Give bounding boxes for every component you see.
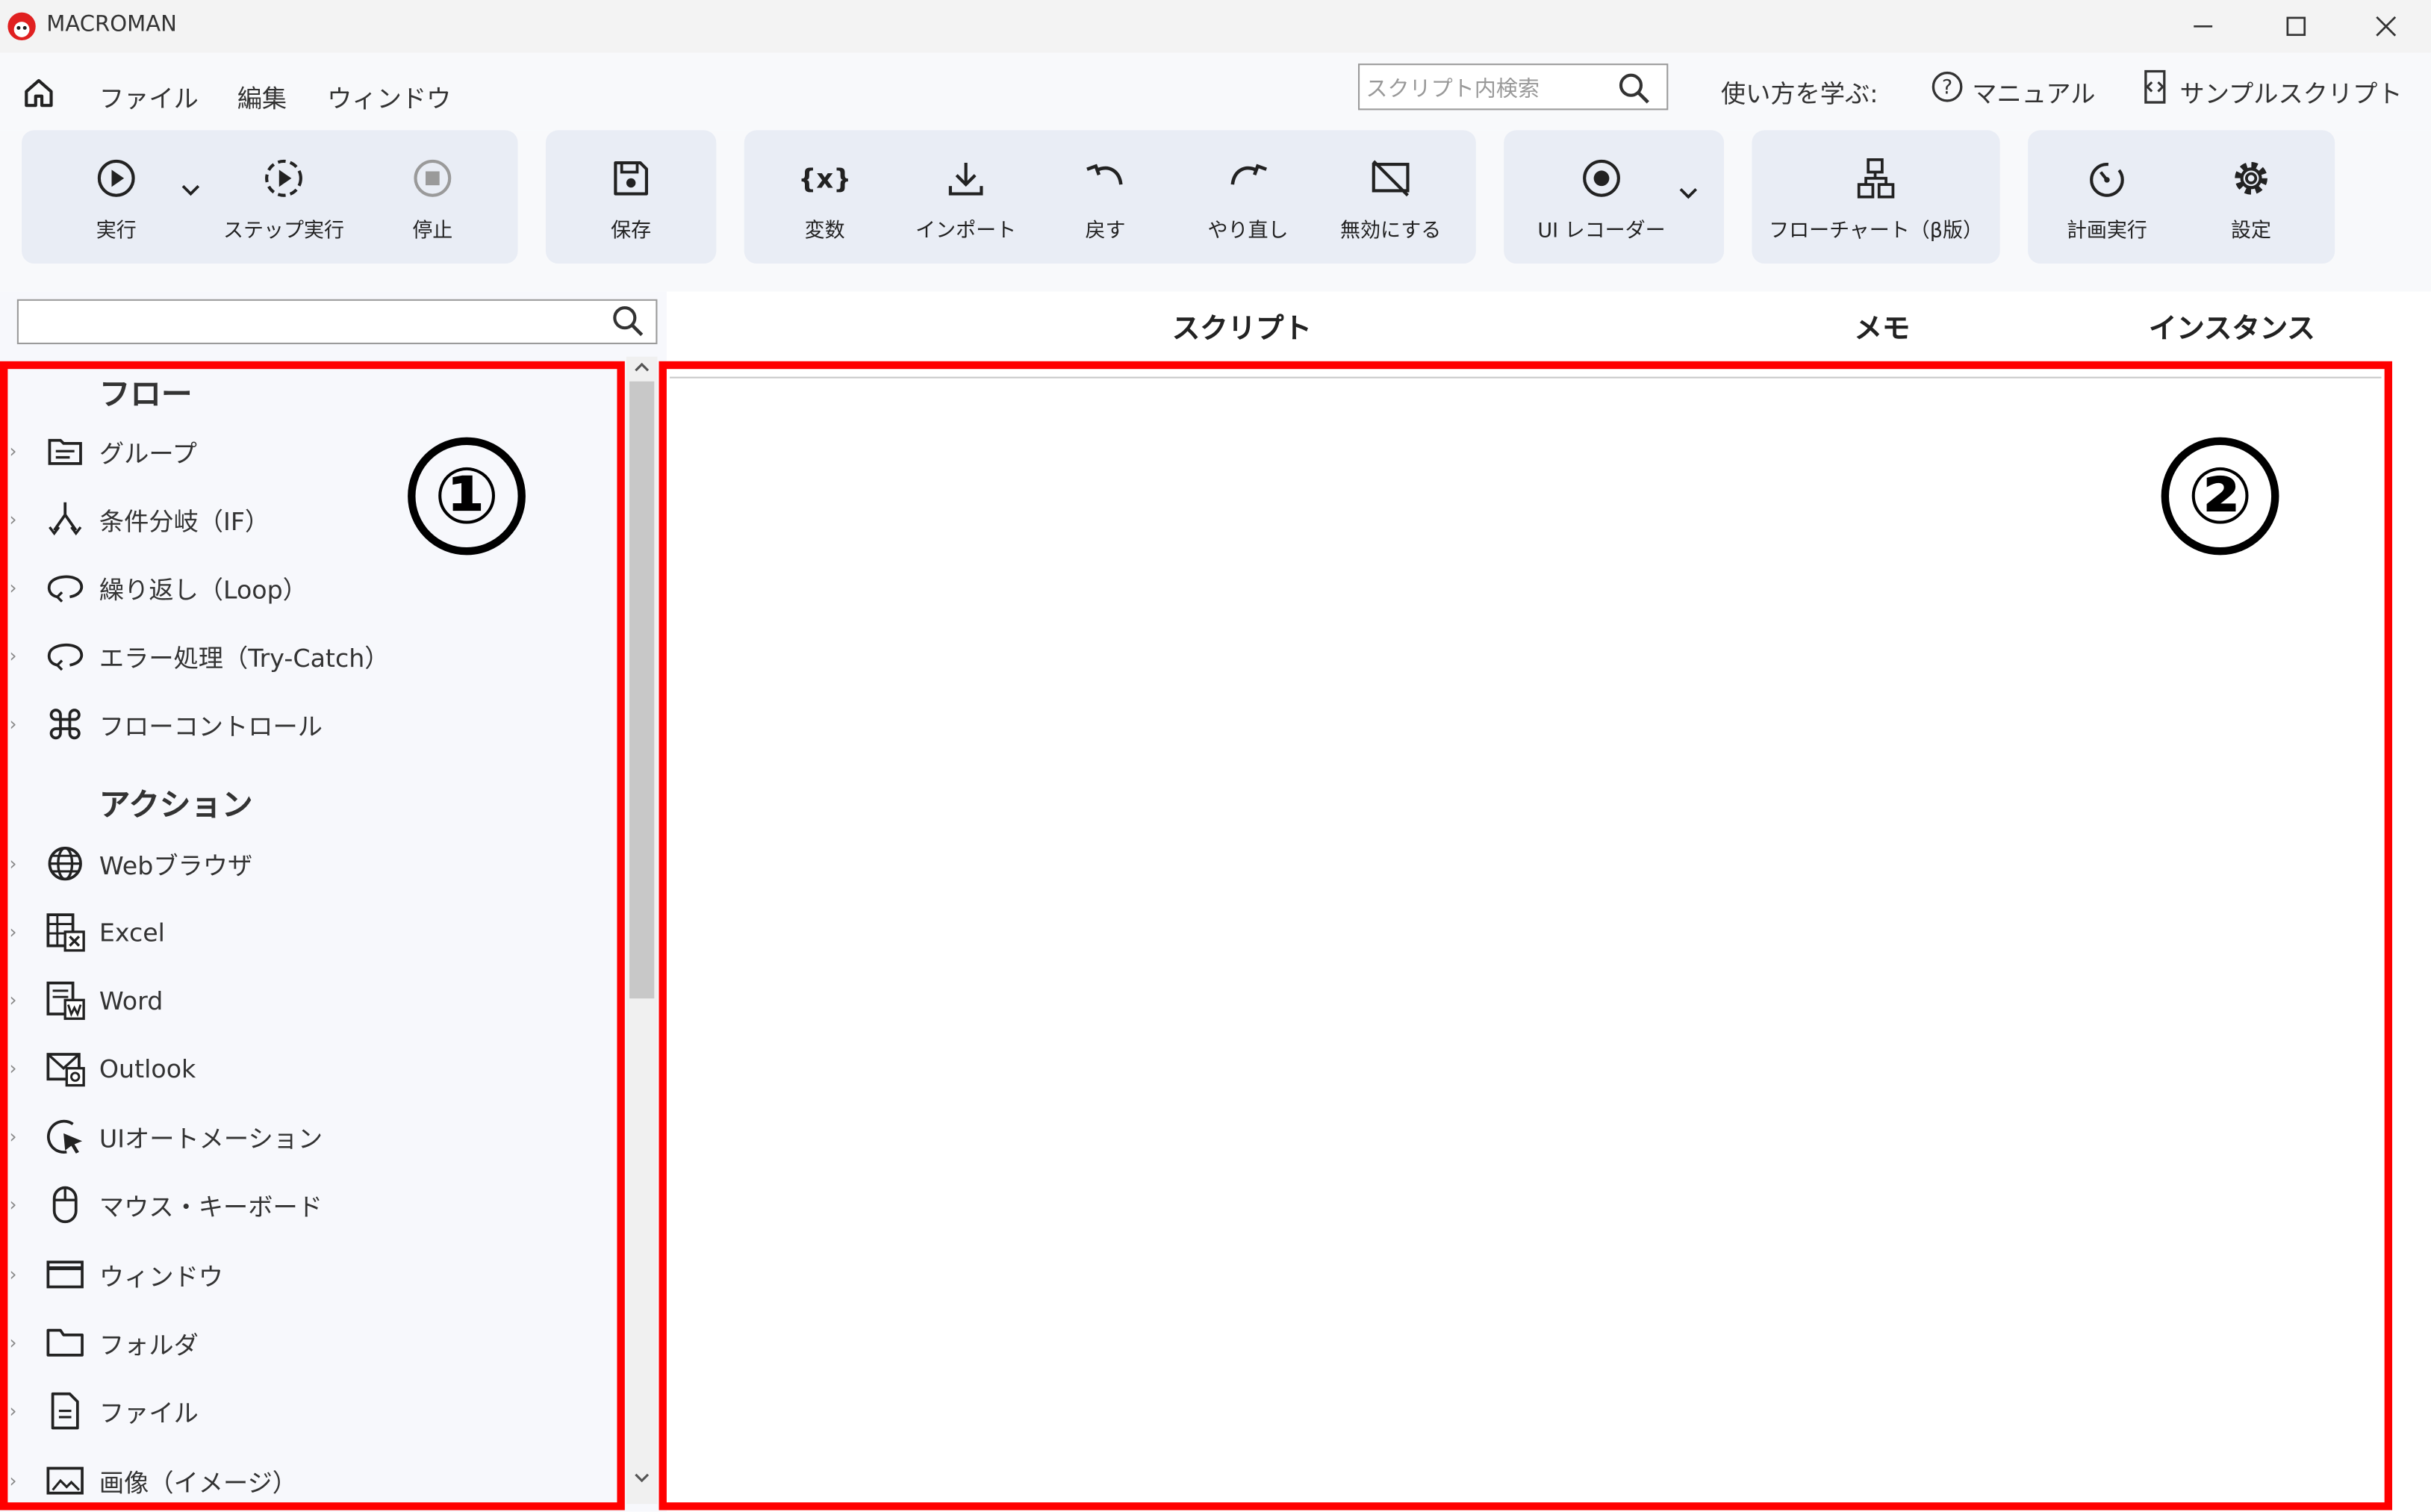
- annotation-box-right: [659, 361, 2393, 1511]
- column-header-script[interactable]: スクリプト: [1172, 307, 1312, 347]
- ui-recorder-button[interactable]: UI レコーダー: [1532, 155, 1672, 243]
- disable-icon: [1367, 155, 1413, 202]
- column-header-memo[interactable]: メモ: [1854, 307, 1910, 347]
- run-dropdown-chevron-icon[interactable]: [180, 183, 202, 199]
- action-search-input[interactable]: [16, 299, 658, 344]
- action-search-icon[interactable]: [611, 304, 645, 338]
- schedule-label: 計画実行: [2066, 220, 2147, 244]
- save-button[interactable]: 保存: [585, 155, 678, 243]
- script-search-placeholder: スクリプト内検索: [1366, 77, 1540, 103]
- menu-file[interactable]: ファイル: [99, 78, 199, 115]
- ui-recorder-label: UI レコーダー: [1537, 220, 1666, 244]
- title-bar: [0, 0, 2431, 53]
- annotation-number-1: ①: [408, 437, 526, 556]
- panel-scrollbar-thumb[interactable]: [629, 381, 655, 999]
- step-run-button[interactable]: ステップ実行: [214, 155, 354, 243]
- settings-button[interactable]: 設定: [2205, 155, 2298, 243]
- settings-label: 設定: [2231, 220, 2272, 244]
- disable-button[interactable]: 無効にする: [1329, 155, 1453, 243]
- scroll-down-chevron-icon[interactable]: [632, 1470, 651, 1486]
- undo-icon: [1082, 155, 1128, 202]
- save-label: 保存: [611, 220, 652, 244]
- save-icon: [608, 155, 654, 202]
- import-label: インポート: [915, 220, 1017, 244]
- redo-button[interactable]: やり直し: [1194, 155, 1302, 243]
- column-header-instance[interactable]: インスタンス: [2149, 307, 2315, 347]
- flowchart-icon: [1852, 155, 1899, 202]
- undo-button[interactable]: 戻す: [1059, 155, 1152, 243]
- minimize-button[interactable]: [2158, 0, 2247, 53]
- undo-label: 戻す: [1085, 220, 1126, 244]
- step-play-icon: [261, 155, 307, 202]
- help-circle-icon: ?: [1930, 69, 1964, 104]
- stop-icon: [409, 155, 455, 202]
- step-run-label: ステップ実行: [222, 220, 344, 244]
- svg-text:{x}: {x}: [802, 164, 848, 194]
- download-icon: [943, 155, 989, 202]
- redo-label: やり直し: [1207, 220, 1289, 244]
- variables-button[interactable]: {x} 変数: [778, 155, 871, 243]
- import-button[interactable]: インポート: [904, 155, 1028, 243]
- menu-window[interactable]: ウィンドウ: [327, 78, 451, 115]
- annotation-box-left: [0, 361, 625, 1511]
- app-logo-icon: [6, 11, 37, 43]
- disable-label: 無効にする: [1339, 220, 1442, 244]
- maximize-button[interactable]: [2251, 0, 2341, 53]
- run-button[interactable]: 実行: [69, 155, 163, 243]
- menu-edit[interactable]: 編集: [237, 78, 287, 115]
- sample-script-icon: [2140, 68, 2171, 105]
- stop-button[interactable]: 停止: [386, 155, 479, 243]
- timer-icon: [2084, 155, 2130, 202]
- close-button[interactable]: [2341, 0, 2431, 53]
- home-icon[interactable]: [22, 78, 56, 109]
- annotation-number-2: ②: [2161, 437, 2279, 556]
- recorder-dropdown-chevron-icon[interactable]: [1678, 186, 1699, 202]
- schedule-button[interactable]: 計画実行: [2055, 155, 2158, 243]
- search-icon[interactable]: [1617, 72, 1652, 106]
- scroll-up-chevron-icon[interactable]: [632, 360, 651, 376]
- variables-label: 変数: [804, 220, 845, 244]
- record-icon: [1578, 155, 1625, 202]
- redo-icon: [1224, 155, 1271, 202]
- gear-icon: [2228, 155, 2274, 202]
- flowchart-label: フローチャート（β版）: [1769, 220, 1984, 244]
- play-icon: [93, 155, 140, 202]
- manual-link[interactable]: マニュアル: [1972, 73, 2095, 111]
- svg-text:?: ?: [1942, 76, 1952, 99]
- flowchart-button[interactable]: フローチャート（β版）: [1767, 155, 1985, 243]
- stop-label: 停止: [412, 220, 453, 244]
- run-label: 実行: [96, 220, 137, 244]
- sample-script-link[interactable]: サンプルスクリプト: [2180, 73, 2403, 111]
- app-title: MACROMAN: [46, 12, 177, 37]
- variable-braces-icon: {x}: [802, 155, 848, 202]
- script-search-input[interactable]: スクリプト内検索: [1358, 63, 1669, 111]
- learn-label: 使い方を学ぶ:: [1720, 78, 1878, 109]
